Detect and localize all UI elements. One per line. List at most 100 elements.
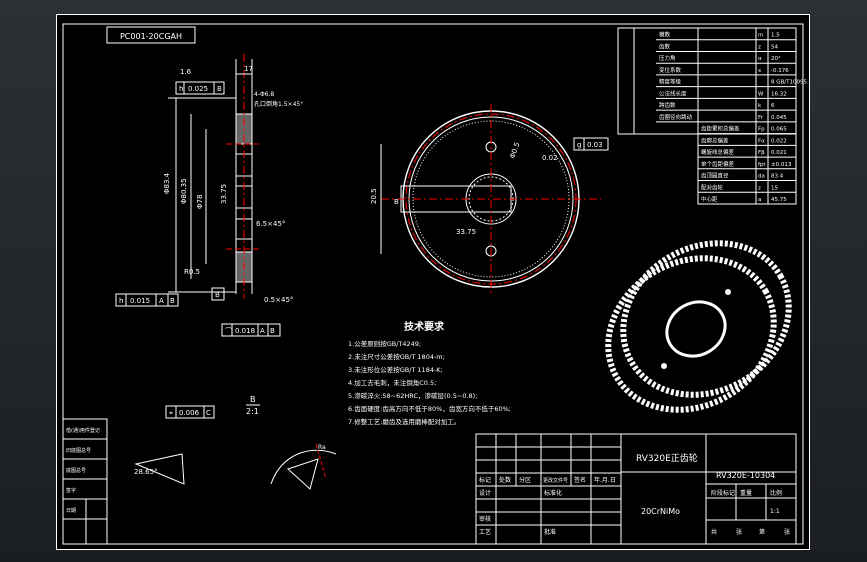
parameter-cell: α — [758, 56, 762, 62]
parameter-cell: 1.5 — [771, 33, 780, 39]
parameter-cell: Fp — [758, 127, 765, 133]
gear-parameter-table: 模数 m 1.5 齿数 z 54 压力角 α 20° 变位系数 x -0.176 精度等级 8 GB/T1… — [617, 27, 810, 205]
dim-g: 33.75 — [220, 184, 228, 204]
tb-sheet: 张 — [784, 528, 790, 536]
dim-n: 28.65° — [134, 468, 158, 476]
parameter-cell: 6 — [771, 103, 775, 109]
tb-row-label: 分区 — [519, 476, 531, 484]
svg-text:Ra: Ra — [318, 444, 326, 451]
strip-label: 借(通)用件登记 — [66, 427, 100, 434]
parameter-cell: 8 GB/T10095.1 — [771, 80, 810, 86]
parameter-cell: m — [758, 33, 763, 39]
strip-label: 旧底图总号 — [66, 447, 91, 454]
parameter-cell: 公法线长度 — [659, 89, 687, 97]
tol-4: 0.006 — [179, 409, 200, 417]
detail-label: B — [250, 395, 256, 404]
parameter-cell: a — [758, 197, 761, 203]
title-block: 标记 处数 分区 更改文件号 签名 年.月.日 设计 标准化 审核 工艺 批准 … — [475, 433, 797, 545]
parameter-cell: 20° — [771, 56, 781, 62]
tb-scale: 1:1 — [770, 508, 780, 515]
strip-label: 签字 — [66, 487, 76, 494]
tb-sheet: 第 — [759, 528, 765, 536]
svg-text:B: B — [170, 297, 175, 305]
parameter-cell: 0.021 — [771, 150, 787, 156]
dim-f: 1.6 — [180, 68, 192, 76]
parameter-cell: 0.022 — [771, 138, 787, 144]
svg-text:⌖: ⌖ — [169, 409, 173, 417]
parameter-cell: 精度等级 — [659, 78, 682, 86]
tech-req-line: 1.公差原则按GB/T4249; — [348, 339, 421, 348]
dim-d: 17 — [244, 65, 253, 73]
svg-text:A: A — [159, 297, 164, 305]
svg-text:A: A — [260, 327, 265, 335]
dim-j: 6.5×45° — [256, 220, 285, 228]
left-strip: 借(通)用件登记 旧底图总号 底图总号 签字 日期 — [62, 418, 108, 545]
tb-part-name: RV320E正齿轮 — [636, 452, 698, 464]
parameter-cell: 跨齿数 — [659, 101, 676, 109]
parameter-cell: z — [758, 185, 761, 191]
tb-drawing-code: RV320E-10304 — [716, 471, 775, 480]
tb-material: 20CrNiMo — [641, 507, 680, 516]
parameter-cell: 齿数 — [659, 42, 671, 50]
svg-text:g: g — [577, 141, 581, 149]
strip-label: 底图总号 — [66, 467, 86, 474]
svg-text:⌒: ⌒ — [225, 327, 232, 335]
parameter-cell: ±0.013 — [771, 162, 792, 168]
svg-text:B: B — [217, 85, 222, 93]
drawing-canvas[interactable]: PC001-20CGAH Φ83.4 Φ80.35 Φ78 33.75 17 1… — [56, 14, 810, 550]
parameter-cell: 45.75 — [771, 197, 787, 203]
parameter-cell: 齿顶圆直径 — [701, 172, 729, 180]
tb-row-label: 年.月.日 — [594, 476, 616, 484]
dim-i: 4-Φ6.8 — [254, 91, 274, 98]
parameter-cell: x — [758, 68, 762, 74]
parameter-cell: 齿圈径向跳动 — [659, 113, 693, 121]
dim-e: R0.5 — [184, 268, 200, 276]
dim-b: Φ80.35 — [180, 178, 188, 204]
tech-req-title: 技术要求 — [404, 320, 445, 333]
parameter-cell: 螺旋线总偏差 — [701, 148, 735, 156]
dim-a: Φ83.4 — [163, 172, 171, 194]
tb-sheet: 共 — [711, 528, 717, 536]
parameter-cell: 配对齿轮 — [701, 183, 724, 191]
svg-text:B: B — [270, 327, 275, 335]
tb-row-label: 处数 — [499, 476, 511, 484]
drawing-number-box: PC001-20CGAH — [106, 26, 196, 44]
tb-label-process: 工艺 — [479, 528, 491, 536]
strip-label: 日期 — [66, 508, 76, 514]
dim-c: Φ78 — [196, 195, 204, 209]
svg-text:h: h — [119, 297, 123, 305]
parameter-cell: 0.065 — [771, 127, 787, 133]
tb-label-std: 标准化 — [544, 489, 562, 497]
tb-label-design: 设计 — [479, 489, 491, 497]
detail-scale: 2:1 — [246, 407, 259, 416]
technical-requirements: 技术要求 1.公差原则按GB/T4249; 2.未注尺寸公差按GB/T 1804… — [348, 320, 511, 426]
parameter-cell: Fβ — [758, 150, 765, 156]
svg-text:C: C — [206, 409, 211, 417]
svg-text:B: B — [394, 198, 399, 206]
svg-text:B: B — [215, 291, 220, 299]
tb-row-label: 标记 — [479, 476, 491, 484]
front-view: 20.5 33.75 B Φ0.5 — [370, 104, 601, 294]
parameter-cell: 压力角 — [659, 54, 676, 62]
tb-label-scale: 比例 — [770, 489, 782, 497]
outer-border — [56, 14, 810, 550]
parameter-cell: 中心距 — [701, 195, 718, 203]
detail-view-b: B 2:1 28.65° Ra — [134, 395, 337, 490]
tb-label-approve: 批准 — [544, 528, 556, 536]
dim-h: 20.5 — [370, 188, 378, 204]
parameter-cell: da — [758, 174, 765, 180]
dim-k: 0.5×45° — [264, 296, 293, 304]
parameter-cell: 16.32 — [771, 91, 787, 97]
tech-req-line: 6.齿面硬度:齿高方向不低于80%，齿宽方向不低于60%; — [348, 404, 511, 413]
tol-6: 0.02 — [542, 154, 558, 162]
tol-5: 0.03 — [587, 141, 603, 149]
parameter-cell: -0.176 — [771, 68, 789, 74]
tech-req-line: 2.未注尺寸公差按GB/T 1804-m; — [348, 352, 445, 361]
parameter-cell: W — [758, 91, 764, 97]
tech-req-line: 4.加工去毛刺，未注倒角C0.5; — [348, 378, 436, 387]
parameter-cell: k — [758, 103, 762, 109]
parameter-cell: 单个齿距偏差 — [701, 160, 735, 168]
parameter-cell: Fr — [758, 115, 764, 121]
tb-row-label: 签名 — [574, 476, 586, 484]
drawing-number-rotated: PC001-20CGAH — [120, 32, 182, 41]
